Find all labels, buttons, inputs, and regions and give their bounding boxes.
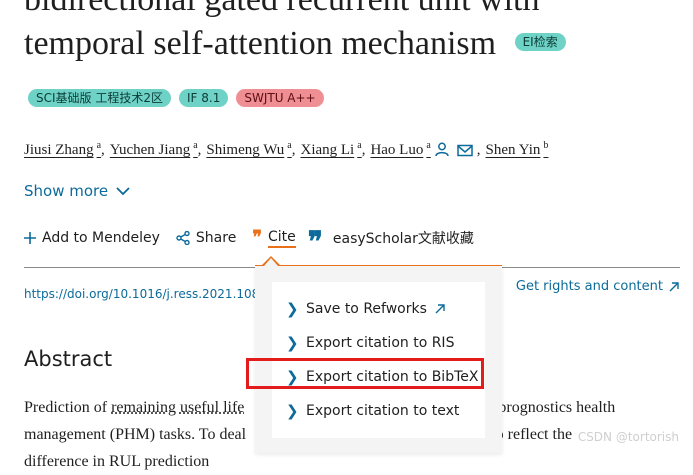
export-text-item[interactable]: ❯ Export citation to text — [286, 402, 459, 420]
save-to-refworks-item[interactable]: ❯ Save to Refworks — [286, 300, 445, 318]
chevron-down-icon — [116, 186, 130, 195]
cite-label: Cite — [268, 229, 296, 248]
chevron-right-icon: ❯ — [286, 402, 299, 420]
article-title-line-2: temporal self-attention mechanism EI检索 — [24, 24, 566, 64]
chevron-right-icon: ❯ — [286, 334, 299, 352]
abstract-heading: Abstract — [24, 347, 113, 371]
article-title-line-1: bidirectional gated recurrent unit with — [24, 0, 539, 20]
author-link[interactable]: Yuchen Jiang a — [110, 140, 198, 159]
chevron-right-icon: ❯ — [286, 300, 299, 318]
tag-sci: SCI基础版 工程技术2区 — [28, 89, 171, 107]
dropdown-caret-fill — [264, 258, 278, 266]
article-title-text: temporal self-attention mechanism — [24, 25, 497, 62]
quote-large-icon: ❞ — [307, 225, 323, 258]
quote-icon: ❞ — [252, 227, 263, 248]
author-link[interactable]: Shen Yin b — [486, 140, 549, 159]
rights-label: Get rights and content — [515, 279, 663, 294]
show-more-label: Show more — [24, 182, 109, 200]
article-toolbar: Add to Mendeley Share ❞ Cite ❞ easySchol… — [24, 225, 490, 258]
author-link[interactable]: Jiusi Zhang a — [24, 140, 101, 159]
journal-tags: SCI基础版 工程技术2区 IF 8.1 SWJTU A++ — [28, 89, 324, 107]
doi-link[interactable]: https://doi.org/10.1016/j.ress.2021.1082… — [24, 287, 282, 301]
author-link[interactable]: Hao Luo a — [370, 140, 430, 159]
get-rights-link[interactable]: Get rights and content — [516, 279, 679, 294]
tag-swjtu: SWJTU A++ — [236, 89, 324, 107]
tag-if: IF 8.1 — [179, 89, 229, 107]
author-list: Jiusi Zhang a, Yuchen Jiang a, Shimeng Wu a… — [24, 139, 548, 159]
menu-label: Export citation to text — [306, 403, 460, 419]
share-button[interactable]: Share — [176, 230, 236, 246]
easyscholar-button[interactable]: ❞ easyScholar文献收藏 — [307, 225, 474, 258]
author-link[interactable]: Xiang Li a — [300, 140, 361, 159]
external-link-icon — [435, 304, 445, 314]
ei-badge: EI检索 — [514, 33, 566, 52]
mendeley-label: Add to Mendeley — [42, 230, 160, 246]
person-icon[interactable] — [435, 142, 449, 162]
cite-button[interactable]: ❞ Cite — [252, 227, 296, 248]
highlight-box — [246, 358, 484, 389]
author-link[interactable]: Shimeng Wu a — [206, 140, 291, 159]
show-more-button[interactable]: Show more — [24, 182, 130, 200]
email-icon[interactable] — [457, 144, 473, 162]
share-label: Share — [195, 230, 237, 246]
external-link-icon — [669, 281, 679, 291]
watermark: CSDN @tortorish — [577, 430, 679, 444]
add-to-mendeley-button[interactable]: Add to Mendeley — [24, 230, 160, 246]
share-icon — [176, 231, 190, 245]
keyword-link[interactable]: remaining useful life — [111, 399, 244, 416]
export-ris-item[interactable]: ❯ Export citation to RIS — [286, 334, 454, 352]
menu-label: Save to Refworks — [306, 301, 427, 317]
easyscholar-label: easyScholar文献收藏 — [332, 231, 474, 247]
plus-icon — [24, 232, 36, 244]
menu-label: Export citation to RIS — [306, 335, 455, 351]
